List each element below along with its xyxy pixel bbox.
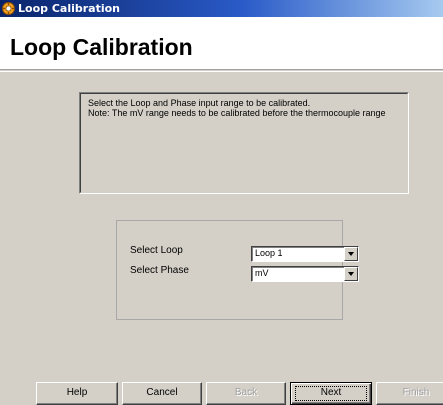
select-loop-dropdown[interactable]: Loop 1	[251, 246, 359, 262]
select-loop-dropdown-button[interactable]	[344, 247, 358, 261]
loop-calibration-window: Loop Calibration Loop Calibration Select…	[0, 0, 443, 405]
cancel-button-label: Cancel	[146, 387, 178, 398]
instruction-text: Select the Loop and Phase input range to…	[88, 98, 311, 108]
finish-button[interactable]: Finish	[376, 382, 443, 405]
instructions-box-inner: Select the Loop and Phase input range to…	[80, 93, 408, 193]
select-phase-dropdown[interactable]: mV	[251, 266, 359, 282]
finish-button-label: Finish	[402, 387, 430, 398]
next-button-label: Next	[320, 387, 342, 398]
cancel-button[interactable]: Cancel	[122, 382, 202, 405]
select-phase-label: Select Phase	[130, 265, 189, 276]
content-area: Select the Loop and Phase input range to…	[0, 71, 443, 375]
wizard-button-bar: Help Cancel Back Next Finish	[0, 375, 443, 405]
selection-panel: Select Loop Loop 1 Select Phase mV	[116, 220, 359, 320]
chevron-down-icon	[348, 272, 354, 276]
page-header: Loop Calibration	[0, 17, 443, 70]
back-button-label: Back	[234, 387, 258, 398]
select-loop-value: Loop 1	[255, 248, 283, 258]
window-title: Loop Calibration	[18, 2, 121, 15]
page-title: Loop Calibration	[10, 34, 193, 60]
next-button[interactable]: Next	[290, 382, 372, 405]
help-button[interactable]: Help	[36, 382, 118, 405]
select-loop-label: Select Loop	[130, 245, 183, 256]
chevron-down-icon	[348, 252, 354, 256]
help-button-label: Help	[66, 387, 88, 398]
instructions-box: Select the Loop and Phase input range to…	[79, 92, 409, 194]
back-button[interactable]: Back	[206, 382, 286, 405]
title-bar[interactable]: Loop Calibration	[0, 0, 443, 17]
app-gear-icon	[2, 2, 15, 15]
select-phase-dropdown-button[interactable]	[344, 267, 358, 281]
instruction-note: Note: The mV range needs to be calibrate…	[88, 108, 386, 118]
select-phase-value: mV	[255, 268, 269, 278]
